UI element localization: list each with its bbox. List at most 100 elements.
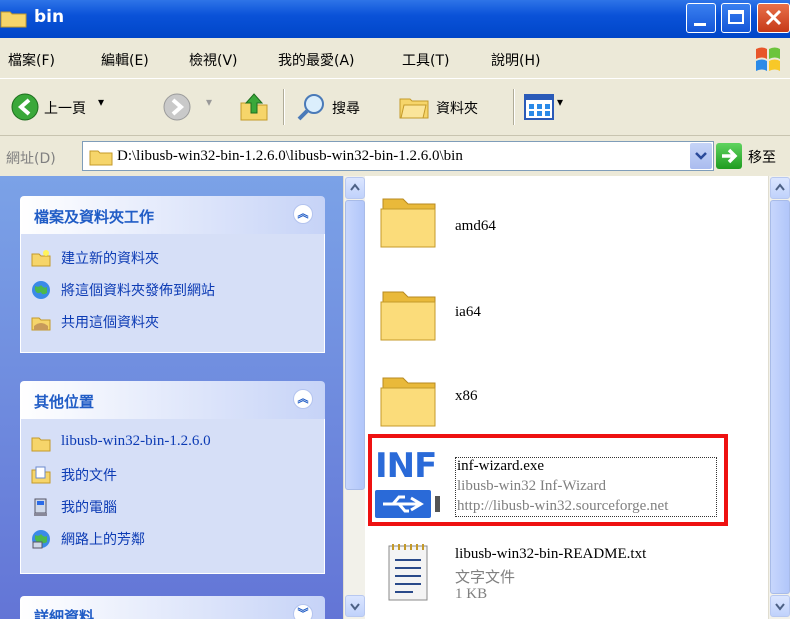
task-label: 將這個資料夾發佈到網站 xyxy=(61,283,215,299)
other-places-header[interactable]: 其他位置 ︽ xyxy=(20,381,325,419)
close-button[interactable] xyxy=(757,3,790,33)
toolbar: 上一頁 ▾ ▾ 搜尋 資料夾 ▾ xyxy=(0,79,790,136)
task-label: 共用這個資料夾 xyxy=(61,315,159,331)
chevron-up-icon xyxy=(350,183,360,191)
folder-icon xyxy=(380,291,436,341)
collapse-icon[interactable]: ︾ xyxy=(293,604,313,619)
menu-view[interactable]: 檢視(V) xyxy=(189,50,238,70)
chevron-down-icon xyxy=(350,603,360,611)
place-network[interactable]: 網路上的芳鄰 xyxy=(21,523,324,555)
toolbar-separator xyxy=(283,89,285,125)
forward-dropdown-icon[interactable]: ▾ xyxy=(206,95,212,109)
task-publish-web[interactable]: 將這個資料夾發佈到網站 xyxy=(21,274,324,306)
file-name: libusb-win32-bin-README.txt xyxy=(455,546,647,562)
place-parent-folder[interactable]: libusb-win32-bin-1.2.6.0 xyxy=(21,427,324,459)
address-label: 網址(D) xyxy=(6,151,56,167)
new-folder-icon xyxy=(31,250,51,267)
other-places-title: 其他位置 xyxy=(34,393,95,411)
file-tasks-header[interactable]: 檔案及資料夾工作 ︽ xyxy=(20,196,325,234)
folders-label: 資料夾 xyxy=(436,101,478,117)
place-my-computer[interactable]: 我的電腦 xyxy=(21,491,324,523)
scroll-thumb[interactable] xyxy=(770,200,790,594)
window-title: bin xyxy=(34,7,65,27)
menu-file[interactable]: 檔案(F) xyxy=(8,50,55,70)
address-bar: 網址(D) D:\libusb-win32-bin-1.2.6.0\libusb… xyxy=(0,136,790,176)
network-icon xyxy=(32,530,50,549)
search-label: 搜尋 xyxy=(332,101,360,117)
toolbar-separator xyxy=(513,89,515,125)
folder-icon xyxy=(31,437,51,452)
menu-favorites[interactable]: 我的最愛(A) xyxy=(278,50,355,70)
scroll-down-button[interactable] xyxy=(345,595,365,617)
back-button[interactable]: 上一頁 ▾ xyxy=(10,79,150,135)
search-icon xyxy=(297,94,324,121)
folder-icon xyxy=(380,198,436,248)
task-share-folder[interactable]: 共用這個資料夾 xyxy=(21,306,324,338)
file-list-scrollbar[interactable] xyxy=(768,176,790,619)
task-pane: 檔案及資料夾工作 ︽ 建立新的資料夾 將這個資料夾發佈到網站 共用這個資料夾 其… xyxy=(0,176,343,619)
menu-bar: 檔案(F) 編輯(E) 檢視(V) 我的最愛(A) 工具(T) 說明(H) xyxy=(0,38,790,79)
shared-folder-icon xyxy=(31,317,51,331)
back-label: 上一頁 xyxy=(44,101,86,117)
chevron-down-icon xyxy=(695,152,707,160)
maximize-button[interactable] xyxy=(721,3,751,33)
chevron-down-icon xyxy=(775,603,785,611)
file-size: 1 KB xyxy=(455,586,488,602)
scroll-down-button[interactable] xyxy=(770,595,790,617)
file-list: amd64 ia64 x86 INF inf-wizard.exe libusb… xyxy=(365,176,768,619)
task-new-folder[interactable]: 建立新的資料夾 xyxy=(21,242,324,274)
address-dropdown-button[interactable] xyxy=(690,143,712,169)
scroll-thumb[interactable] xyxy=(345,200,365,490)
collapse-icon[interactable]: ︽ xyxy=(293,204,313,224)
collapse-icon[interactable]: ︽ xyxy=(293,389,313,409)
text-file-icon xyxy=(388,544,428,601)
file-item[interactable]: libusb-win32-bin-README.txt 文字文件 1 KB xyxy=(365,534,768,614)
file-item[interactable]: amd64 xyxy=(365,184,768,264)
views-button[interactable]: ▾ xyxy=(524,79,570,135)
go-arrow-icon xyxy=(722,148,738,164)
file-type: 文字文件 xyxy=(455,570,516,586)
file-tasks-panel: 檔案及資料夾工作 ︽ 建立新的資料夾 將這個資料夾發佈到網站 共用這個資料夾 xyxy=(20,196,325,353)
views-dropdown-icon[interactable]: ▾ xyxy=(557,95,563,109)
place-my-documents[interactable]: 我的文件 xyxy=(21,459,324,491)
menu-tools[interactable]: 工具(T) xyxy=(402,50,449,70)
place-label: 我的文件 xyxy=(61,468,117,484)
views-icon xyxy=(524,94,554,120)
file-item[interactable]: ia64 xyxy=(365,270,768,350)
file-name: x86 xyxy=(455,388,478,404)
title-bar[interactable]: bin xyxy=(0,0,790,38)
place-label: 我的電腦 xyxy=(61,500,117,516)
place-label: 網路上的芳鄰 xyxy=(61,532,145,548)
minimize-button[interactable] xyxy=(686,3,716,33)
up-folder-button[interactable] xyxy=(238,79,272,135)
my-documents-icon xyxy=(31,466,51,484)
file-name: amd64 xyxy=(455,218,496,234)
menu-edit[interactable]: 編輯(E) xyxy=(101,50,149,70)
windows-logo-icon xyxy=(756,47,780,71)
computer-icon xyxy=(34,498,47,516)
details-title: 詳細資料 xyxy=(34,608,95,619)
back-dropdown-icon[interactable]: ▾ xyxy=(98,95,104,109)
back-arrow-icon xyxy=(11,93,39,121)
details-panel: 詳細資料 ︾ xyxy=(20,596,325,619)
forward-arrow-icon xyxy=(163,93,191,121)
search-button[interactable]: 搜尋 xyxy=(296,79,384,135)
task-label: 建立新的資料夾 xyxy=(61,251,159,267)
up-folder-icon xyxy=(240,93,268,121)
address-path: D:\libusb-win32-bin-1.2.6.0\libusb-win32… xyxy=(117,148,463,164)
details-header[interactable]: 詳細資料 ︾ xyxy=(20,596,325,619)
address-input[interactable]: D:\libusb-win32-bin-1.2.6.0\libusb-win32… xyxy=(82,141,714,171)
folders-icon xyxy=(399,98,429,119)
forward-button[interactable]: ▾ xyxy=(162,79,222,135)
place-label: libusb-win32-bin-1.2.6.0 xyxy=(61,433,211,449)
scroll-up-button[interactable] xyxy=(770,177,790,199)
file-item[interactable]: x86 xyxy=(365,356,768,436)
menu-help[interactable]: 說明(H) xyxy=(491,50,540,70)
folder-icon xyxy=(89,150,113,166)
go-button[interactable] xyxy=(716,143,742,169)
scroll-up-button[interactable] xyxy=(345,177,365,199)
folders-button[interactable]: 資料夾 xyxy=(398,79,508,135)
close-icon xyxy=(765,9,782,26)
task-pane-scrollbar[interactable] xyxy=(343,176,366,619)
go-label[interactable]: 移至 xyxy=(748,147,776,167)
